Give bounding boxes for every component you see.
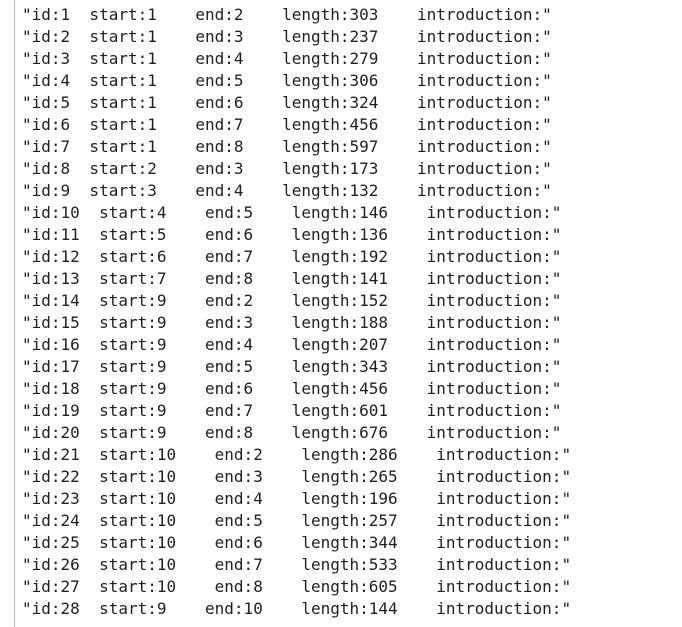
- text-line: "id:27 start:10 end:8 length:605 introdu…: [22, 577, 572, 596]
- text-line: "id:9 start:3 end:4 length:132 introduct…: [22, 181, 552, 200]
- text-line: "id:14 start:9 end:2 length:152 introduc…: [22, 291, 562, 310]
- text-line: "id:2 start:1 end:3 length:237 introduct…: [22, 27, 552, 46]
- text-line: "id:24 start:10 end:5 length:257 introdu…: [22, 511, 572, 530]
- text-line: "id:1 start:1 end:2 length:303 introduct…: [22, 5, 552, 24]
- text-line: "id:10 start:4 end:5 length:146 introduc…: [22, 203, 562, 222]
- text-listing: "id:1 start:1 end:2 length:303 introduct…: [22, 4, 571, 620]
- text-line: "id:23 start:10 end:4 length:196 introdu…: [22, 489, 572, 508]
- text-line: "id:17 start:9 end:5 length:343 introduc…: [22, 357, 562, 376]
- text-line: "id:8 start:2 end:3 length:173 introduct…: [22, 159, 552, 178]
- text-output-panel: "id:1 start:1 end:2 length:303 introduct…: [14, 0, 682, 627]
- text-line: "id:5 start:1 end:6 length:324 introduct…: [22, 93, 552, 112]
- text-line: "id:25 start:10 end:6 length:344 introdu…: [22, 533, 572, 552]
- text-line: "id:12 start:6 end:7 length:192 introduc…: [22, 247, 562, 266]
- text-line: "id:19 start:9 end:7 length:601 introduc…: [22, 401, 562, 420]
- text-line: "id:16 start:9 end:4 length:207 introduc…: [22, 335, 562, 354]
- text-line: "id:22 start:10 end:3 length:265 introdu…: [22, 467, 572, 486]
- text-line: "id:15 start:9 end:3 length:188 introduc…: [22, 313, 562, 332]
- text-line: "id:4 start:1 end:5 length:306 introduct…: [22, 71, 552, 90]
- text-line: "id:3 start:1 end:4 length:279 introduct…: [22, 49, 552, 68]
- text-line: "id:21 start:10 end:2 length:286 introdu…: [22, 445, 572, 464]
- text-line: "id:28 start:9 end:10 length:144 introdu…: [22, 599, 572, 618]
- text-line: "id:13 start:7 end:8 length:141 introduc…: [22, 269, 562, 288]
- text-line: "id:6 start:1 end:7 length:456 introduct…: [22, 115, 552, 134]
- text-line: "id:11 start:5 end:6 length:136 introduc…: [22, 225, 562, 244]
- text-line: "id:7 start:1 end:8 length:597 introduct…: [22, 137, 552, 156]
- text-line: "id:18 start:9 end:6 length:456 introduc…: [22, 379, 562, 398]
- text-line: "id:26 start:10 end:7 length:533 introdu…: [22, 555, 572, 574]
- text-line: "id:20 start:9 end:8 length:676 introduc…: [22, 423, 562, 442]
